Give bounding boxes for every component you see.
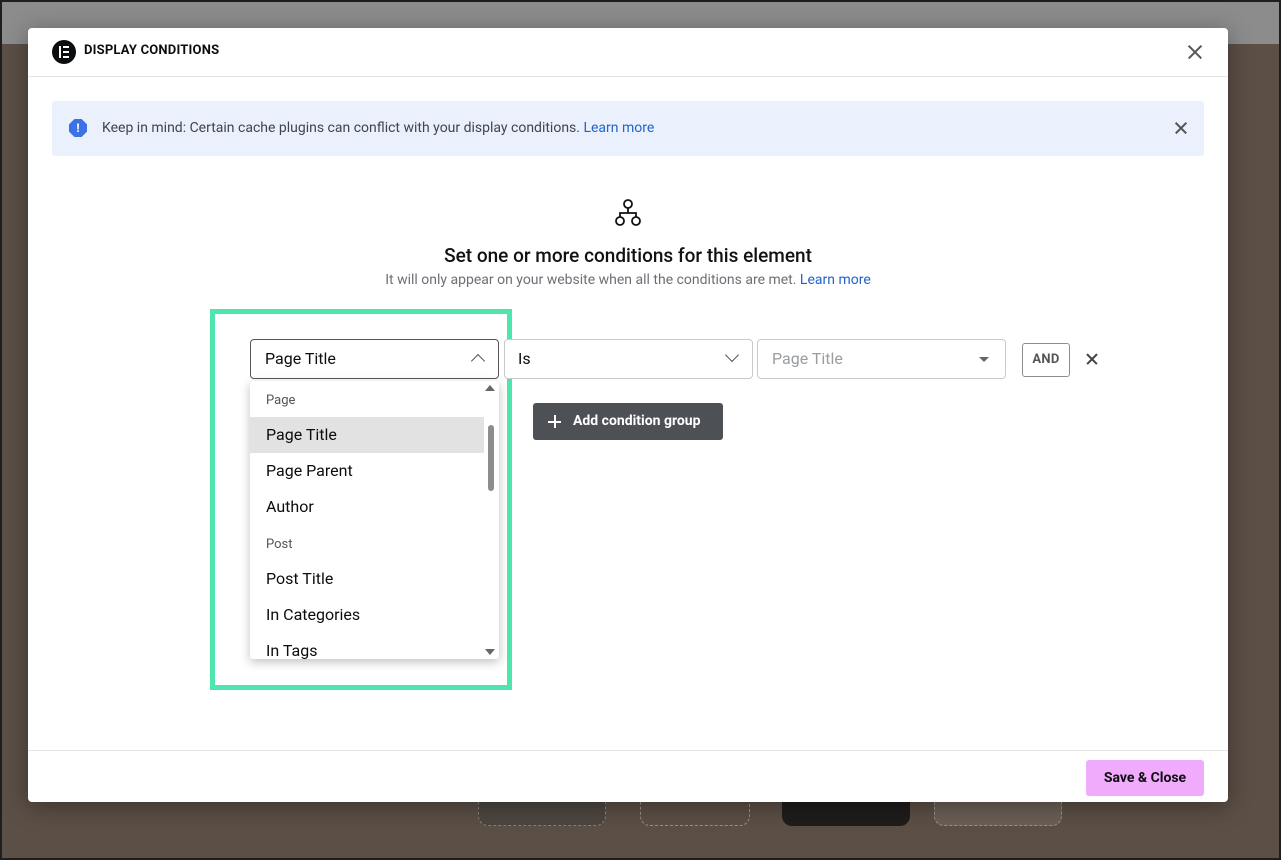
remove-condition-icon[interactable] bbox=[1083, 350, 1101, 368]
add-condition-group-button[interactable]: Add condition group bbox=[533, 403, 723, 440]
dropdown-option-post-title[interactable]: Post Title bbox=[250, 561, 484, 597]
scroll-down-arrow-icon[interactable] bbox=[485, 649, 495, 655]
chevron-down-icon bbox=[724, 347, 740, 363]
info-icon: ! bbox=[69, 119, 87, 137]
alert-learn-more-link[interactable]: Learn more bbox=[583, 120, 654, 136]
scroll-up-arrow-icon[interactable] bbox=[485, 385, 495, 391]
subtext-text: It will only appear on your website when… bbox=[385, 272, 797, 288]
dropdown-group-label: Page bbox=[266, 393, 296, 408]
dropdown-option-page-title[interactable]: Page Title bbox=[250, 417, 484, 453]
operator-select[interactable]: Is bbox=[504, 339, 753, 379]
value-placeholder: Page Title bbox=[772, 349, 843, 368]
conditions-subtext: It will only appear on your website when… bbox=[28, 272, 1228, 288]
value-select[interactable]: Page Title bbox=[757, 339, 1006, 379]
add-condition-group-label: Add condition group bbox=[573, 413, 701, 429]
alert-close-icon[interactable] bbox=[1171, 118, 1191, 138]
dropdown-option-page-parent[interactable]: Page Parent bbox=[250, 453, 484, 489]
operator-value: Is bbox=[518, 349, 531, 368]
conditions-heading: Set one or more conditions for this elem… bbox=[444, 244, 812, 267]
modal-footer: Save & Close bbox=[28, 750, 1228, 803]
subtext-learn-more-link[interactable]: Learn more bbox=[800, 272, 871, 288]
dropdown-list: Page Page Title Page Parent Author Post … bbox=[250, 381, 484, 659]
chevron-up-icon bbox=[470, 353, 486, 369]
dropdown-option-in-tags[interactable]: In Tags bbox=[250, 633, 484, 659]
modal-close-icon[interactable] bbox=[1184, 41, 1206, 63]
alert-message-text: Keep in mind: Certain cache plugins can … bbox=[102, 120, 580, 136]
cache-warning-alert: ! Keep in mind: Certain cache plugins ca… bbox=[52, 101, 1204, 156]
hierarchy-icon bbox=[615, 199, 641, 226]
dropdown-option-in-categories[interactable]: In Categories bbox=[250, 597, 484, 633]
dropdown-option-author[interactable]: Author bbox=[250, 489, 484, 525]
modal-header: DISPLAY CONDITIONS bbox=[28, 28, 1228, 77]
display-conditions-modal: DISPLAY CONDITIONS ! Keep in mind: Certa… bbox=[28, 28, 1228, 802]
modal-title: DISPLAY CONDITIONS bbox=[84, 43, 220, 58]
save-and-close-button[interactable]: Save & Close bbox=[1086, 760, 1204, 796]
scrollbar-thumb[interactable] bbox=[488, 425, 494, 491]
dropdown-group-label: Post bbox=[266, 537, 293, 552]
condition-type-select[interactable]: Page Title bbox=[250, 339, 499, 379]
caret-down-icon bbox=[979, 357, 989, 362]
condition-type-value: Page Title bbox=[265, 349, 336, 368]
elementor-logo-icon bbox=[52, 40, 76, 64]
and-button[interactable]: AND bbox=[1022, 343, 1070, 377]
plus-icon bbox=[548, 415, 561, 428]
alert-message: Keep in mind: Certain cache plugins can … bbox=[102, 120, 654, 136]
condition-type-dropdown: Page Page Title Page Parent Author Post … bbox=[250, 381, 499, 659]
